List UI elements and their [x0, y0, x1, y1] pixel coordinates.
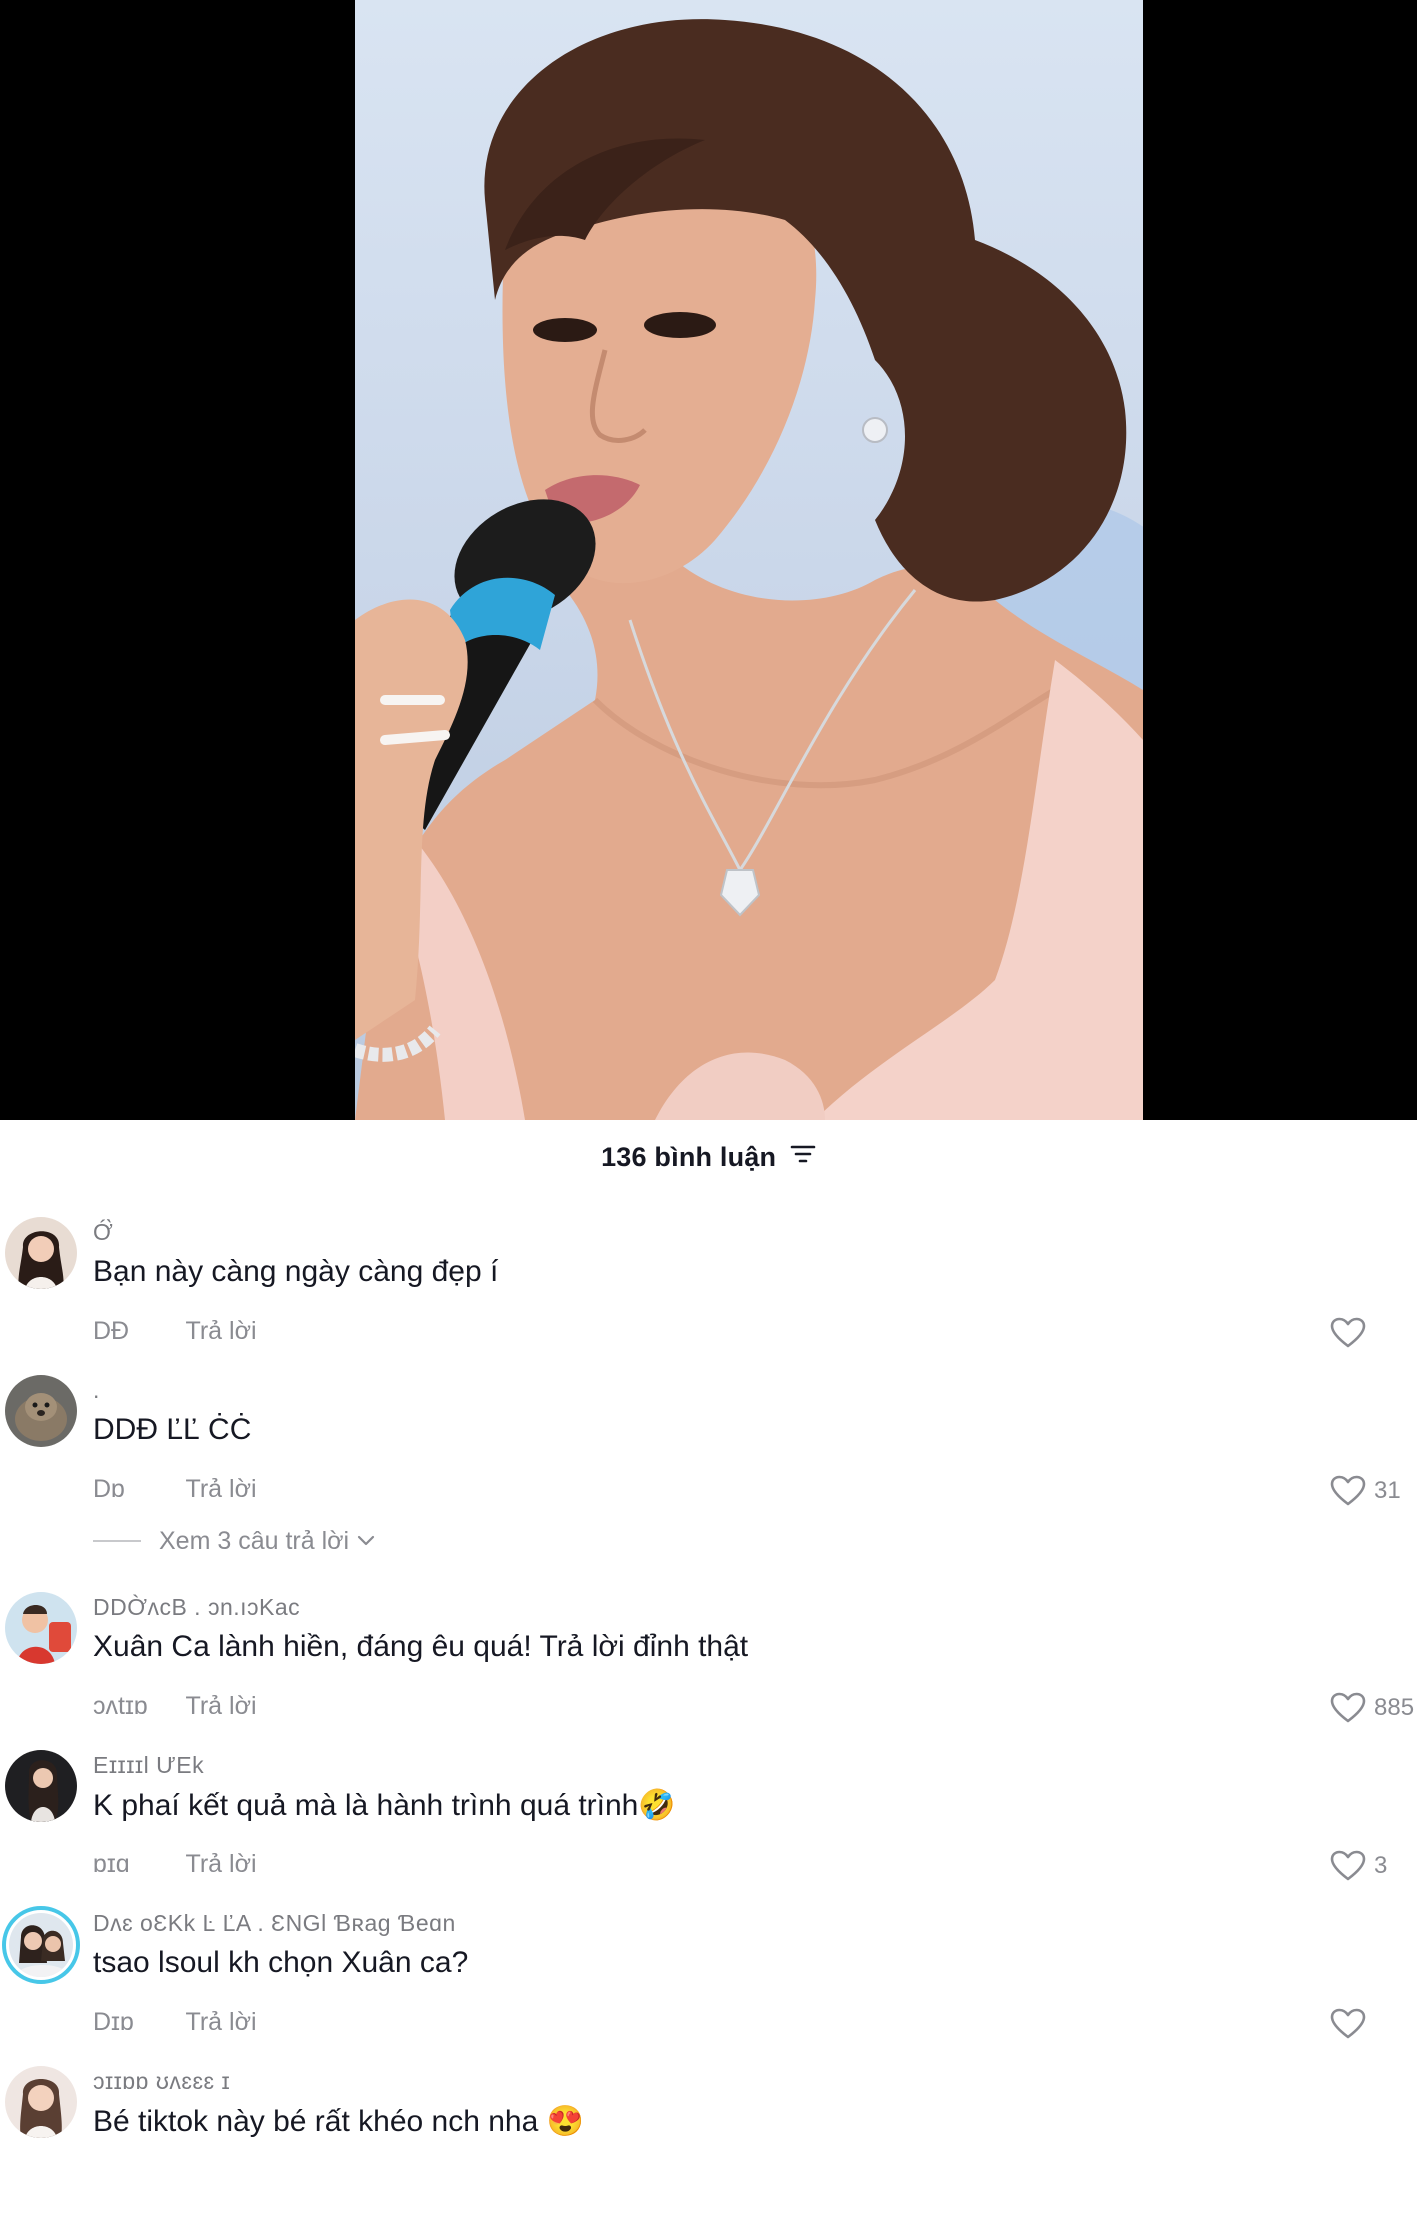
heart-outline-icon	[1330, 2008, 1366, 2039]
comment-meta: ɔʌtɪɒ Trả lời	[93, 1692, 257, 1721]
like-button[interactable]: 885	[1330, 1688, 1414, 1728]
reply-button[interactable]: Trả lời	[186, 2008, 257, 2036]
replies-divider	[93, 1540, 141, 1542]
comment-text: Xuân Ca lành hiền, đáng êu quá! Trả lời …	[93, 1630, 749, 1663]
comment-item: DDỜʌcΒ . ɔn.ıɔKac Xuân Ca lành hiền, đá…	[0, 1592, 1417, 1742]
reply-button[interactable]: Trả lời	[186, 1850, 257, 1878]
comment-meta: ɒɪɑ Trả lời	[93, 1850, 257, 1879]
avatar[interactable]	[5, 2066, 77, 2138]
like-button[interactable]	[1330, 1313, 1374, 1353]
avatar[interactable]	[5, 1592, 77, 1664]
comments-header[interactable]: 136 bình luận	[0, 1142, 1417, 1182]
comment-username[interactable]: Eɪɪɪɪl ƯEk	[93, 1752, 204, 1779]
comment-date: Dɒ	[93, 1475, 125, 1503]
comment-item: . DDĐ ĽĽ ĊĊ Dɒ Trả lời 31 Xem 3 câu trả …	[0, 1375, 1417, 1555]
heart-outline-icon	[1330, 1475, 1366, 1506]
comment-date: Dɪɒ	[93, 2008, 134, 2036]
view-replies-label: Xem 3 câu trả lời	[159, 1526, 350, 1555]
comment-item: Eɪɪɪɪl ƯEk K phaí kết quả mà là hành trì…	[0, 1750, 1417, 1900]
like-button[interactable]: 3	[1330, 1846, 1387, 1886]
like-count: 3	[1374, 1852, 1388, 1879]
comment-date: DĐ	[93, 1317, 130, 1345]
comment-text: tsao lsoul kh chọn Xuân ca?	[93, 1946, 469, 1979]
comment-item: Ớ̀ Bạn này càng ngày càng đẹp í DĐ Trả l…	[0, 1217, 1417, 1367]
video-player[interactable]	[0, 0, 1417, 1120]
like-button[interactable]: 31	[1330, 1471, 1401, 1511]
avatar[interactable]	[5, 1217, 77, 1289]
comment-text: DDĐ ĽĽ ĊĊ	[93, 1413, 252, 1446]
comment-meta: DĐ Trả lời	[93, 1317, 257, 1346]
reply-button[interactable]: Trả lời	[186, 1475, 257, 1503]
comment-text: K phaí kết quả mà là hành trình quá trìn…	[93, 1789, 676, 1822]
comment-text: Bé tiktok này bé rất khéo nch nha 😍	[93, 2105, 584, 2138]
comment-username[interactable]: Ớ̀	[93, 1219, 113, 1246]
like-count: 885	[1374, 1694, 1415, 1721]
avatar[interactable]	[5, 1375, 77, 1447]
comment-item: ɔɪɪɒɒ ʊʌɛɛɛ ɪ Bé tiktok này bé rất khéo …	[0, 2066, 1417, 2216]
avatar[interactable]	[5, 1750, 77, 1822]
comment-item: Dʌɛ oƐKk Ŀ ĽA . ƐNGl Ɓʀag Ɓeɑn tsao lsou…	[0, 1906, 1417, 2058]
reply-button[interactable]: Trả lời	[186, 1692, 257, 1720]
comment-username[interactable]: ɔɪɪɒɒ ʊʌɛɛɛ ɪ	[93, 2068, 230, 2095]
comment-date: ɔʌtɪɒ	[93, 1692, 148, 1720]
view-replies-button[interactable]: Xem 3 câu trả lời	[93, 1523, 375, 1559]
like-count: 31	[1374, 1477, 1401, 1504]
comments-count-title: 136 bình luận	[601, 1142, 777, 1172]
comment-text: Bạn này càng ngày càng đẹp í	[93, 1255, 499, 1288]
filter-icon[interactable]	[790, 1141, 816, 1172]
comments-panel: 136 bình luận Ớ̀ Bạn này càng ngày càng …	[0, 1120, 1417, 2150]
video-still-image	[355, 19, 1143, 1120]
comment-username[interactable]: DDỜʌcΒ . ɔn.ıɔKac	[93, 1594, 300, 1621]
video-frame[interactable]	[355, 0, 1143, 1120]
heart-outline-icon	[1330, 1317, 1366, 1348]
comment-username[interactable]: .	[93, 1377, 100, 1404]
reply-button[interactable]: Trả lời	[186, 1317, 257, 1345]
comment-meta: Dɒ Trả lời	[93, 1475, 257, 1504]
chevron-down-icon	[357, 1535, 375, 1546]
avatar-with-story-ring[interactable]	[2, 1906, 80, 1984]
heart-outline-icon	[1330, 1850, 1366, 1881]
like-button[interactable]	[1330, 2004, 1374, 2044]
comment-meta: Dɪɒ Trả lời	[93, 2008, 257, 2037]
comment-date: ɒɪɑ	[93, 1850, 130, 1878]
comment-username[interactable]: Dʌɛ oƐKk Ŀ ĽA . ƐNGl Ɓʀag Ɓeɑn	[93, 1910, 456, 1937]
heart-outline-icon	[1330, 1692, 1366, 1723]
